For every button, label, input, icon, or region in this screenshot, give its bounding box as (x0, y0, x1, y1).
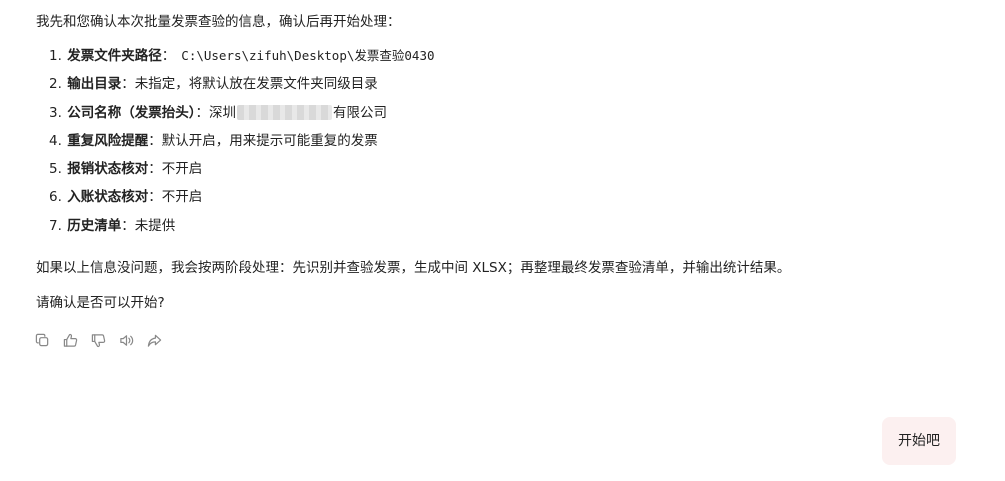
list-item-number: 5. (49, 161, 62, 178)
share-button[interactable] (144, 331, 164, 349)
user-message-text: 开始吧 (898, 433, 940, 449)
list-item-label: 历史清单 (67, 217, 122, 234)
list-item-separator: ： (121, 76, 135, 93)
read-aloud-button[interactable] (116, 331, 136, 349)
thumbs-up-icon (63, 333, 77, 347)
chat-area: 我先和您确认本次批量发票查验的信息，确认后再开始处理： 1. 发票文件夹路径： C… (0, 0, 1005, 481)
speaker-icon (119, 334, 133, 346)
list-item: 4. 重复风险提醒：默认开启，用来提示可能重复的发票 (49, 127, 936, 155)
copy-button[interactable] (32, 331, 52, 349)
like-button[interactable] (60, 331, 80, 349)
list-item-separator: ： (148, 189, 162, 206)
thumbs-down-icon (91, 333, 105, 347)
share-icon (147, 334, 161, 347)
list-item-label: 入账状态核对 (67, 189, 149, 206)
list-item-separator: ： (161, 48, 176, 64)
assistant-message: 我先和您确认本次批量发票查验的信息，确认后再开始处理： 1. 发票文件夹路径： C… (36, 10, 936, 315)
output-dir-value: 未指定，将默认放在发票文件夹同级目录 (134, 76, 378, 93)
list-item-separator: ： (195, 104, 210, 121)
list-item-separator: ： (148, 161, 162, 178)
list-item-label: 发票文件夹路径 (67, 48, 162, 64)
list-item-separator: ： (121, 217, 135, 234)
list-item-number: 2. (49, 76, 62, 93)
list-item: 1. 发票文件夹路径： C:\Users\zifuh\Desktop\发票查验04… (49, 42, 936, 70)
folder-path-value: C:\Users\zifuh\Desktop\发票查验0430 (181, 48, 435, 63)
message-question: 请确认是否可以开始? (36, 295, 165, 312)
list-item: 7. 历史清单：未提供 (49, 212, 936, 240)
redacted-block (237, 104, 333, 120)
list-item-label: 公司名称（发票抬头） (67, 104, 196, 121)
list-item-label: 输出目录 (67, 76, 122, 93)
list-item-number: 7. (49, 217, 62, 234)
message-actions (32, 331, 164, 349)
list-item-label: 报销状态核对 (67, 161, 149, 178)
list-item-number: 4. (49, 132, 62, 149)
message-paragraph: 如果以上信息没问题，我会按两阶段处理：先识别并查验发票，生成中间 XLSX；再整… (36, 260, 791, 277)
list-item: 3. 公司名称（发票抬头）：深圳 有限公司 (49, 99, 936, 127)
list-item-number: 1. (49, 48, 62, 64)
list-item-label: 重复风险提醒 (67, 132, 149, 149)
list-item-number: 6. (49, 189, 62, 206)
copy-icon (35, 333, 48, 346)
message-intro: 我先和您确认本次批量发票查验的信息，确认后再开始处理： (36, 14, 401, 30)
list-item: 5. 报销状态核对：不开启 (49, 155, 936, 183)
dislike-button[interactable] (88, 331, 108, 349)
list-item-separator: ： (148, 132, 162, 149)
history-list-value: 未提供 (134, 217, 176, 234)
reimbursement-check-value: 不开启 (161, 161, 203, 178)
bookkeeping-check-value: 不开启 (161, 189, 203, 206)
list-item: 2. 输出目录：未指定，将默认放在发票文件夹同级目录 (49, 70, 936, 98)
company-name-prefix: 深圳 (209, 104, 237, 121)
user-message-bubble: 开始吧 (882, 417, 956, 465)
list-item-number: 3. (49, 104, 62, 121)
company-name-suffix: 有限公司 (333, 104, 388, 121)
confirmation-list: 1. 发票文件夹路径： C:\Users\zifuh\Desktop\发票查验04… (36, 42, 936, 240)
list-item: 6. 入账状态核对：不开启 (49, 183, 936, 211)
duplicate-risk-value: 默认开启，用来提示可能重复的发票 (161, 132, 378, 149)
